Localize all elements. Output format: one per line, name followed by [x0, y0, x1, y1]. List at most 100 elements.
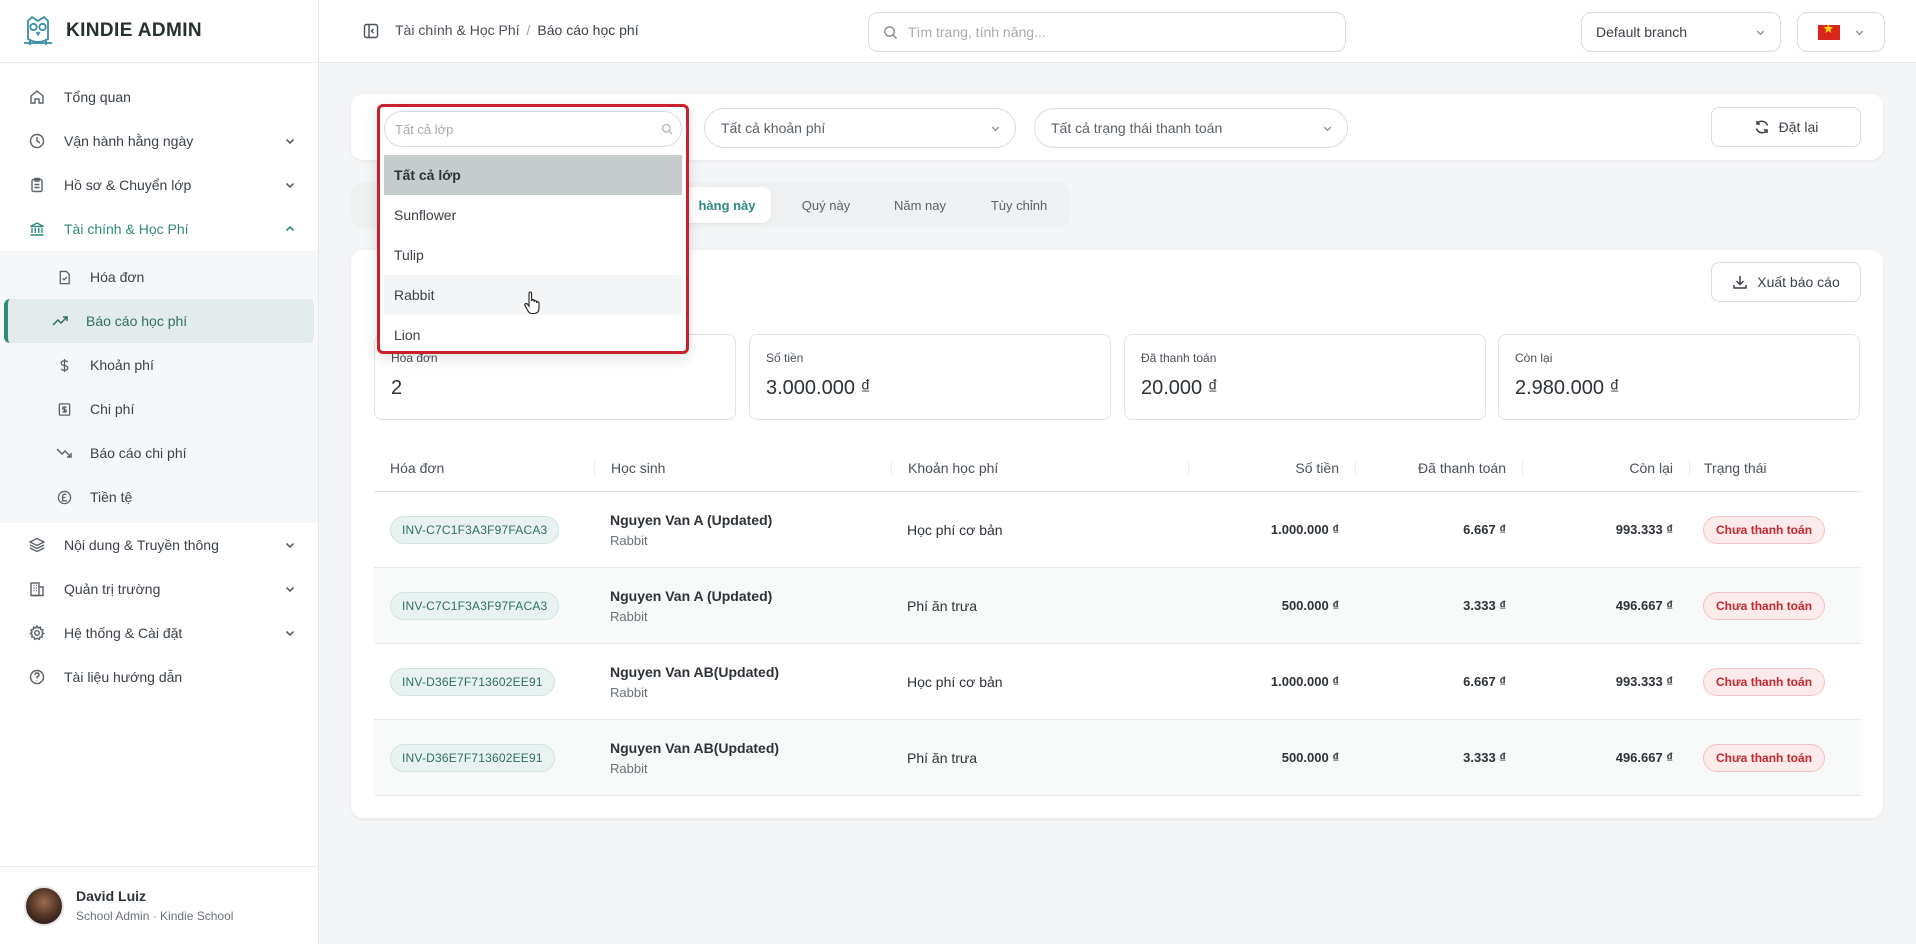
sidebar-item-finance[interactable]: Tài chính & Học Phí [0, 207, 318, 251]
status-badge: Chưa thanh toán [1703, 667, 1826, 696]
sidebar-item-overview[interactable]: Tổng quan [0, 75, 318, 119]
fee-filter-value: Tất cả khoản phí [721, 120, 826, 136]
owl-logo-icon [24, 15, 52, 45]
dollar-icon [56, 357, 72, 373]
sidebar-item-expenses[interactable]: Chi phí [4, 387, 314, 431]
invoice-code-link[interactable]: INV-D36E7F713602EE91 [390, 743, 555, 772]
table-row: INV-D36E7F713602EE91 Nguyen Van AB(Updat… [374, 720, 1861, 796]
class-filter-dropdown: Tất cả lớp Tất cả lớp Sunflower Tulip Ra… [377, 104, 689, 354]
sidebar-item-fees[interactable]: Khoản phí [4, 343, 314, 387]
hand-cursor-icon [524, 291, 540, 315]
fee-filter-select[interactable]: Tất cả khoản phí [704, 108, 1016, 148]
amount: 500.000 ₫ [1281, 750, 1339, 765]
home-icon [28, 88, 46, 106]
help-icon [28, 668, 46, 686]
status-badge: Chưa thanh toán [1703, 591, 1826, 620]
clipboard-icon [28, 176, 46, 194]
topbar: Tài chính & Học Phí / Báo cáo học phí Defa… [319, 0, 1916, 63]
sidebar-item-label: Vận hành hằng ngày [64, 133, 194, 149]
class-option-lion[interactable]: Lion [384, 315, 682, 355]
fee-name: Phí ăn trưa [907, 597, 978, 614]
invoice-code-link[interactable]: INV-C7C1F3A3F97FACA3 [390, 515, 560, 544]
breadcrumb-separator: / [526, 22, 531, 38]
brand[interactable]: KINDIE ADMIN [0, 0, 318, 63]
sidebar-item-expense-report[interactable]: Báo cáo chi phí [4, 431, 314, 475]
user-role: School Admin · Kindie School [76, 909, 234, 923]
receipt-icon [56, 401, 72, 417]
sidebar-item-school-admin[interactable]: Quản trị trường [0, 567, 318, 611]
sidebar-item-label: Hệ thống & Cài đặt [64, 625, 183, 641]
sidebar-toggle-icon[interactable] [363, 23, 379, 39]
class-filter-input[interactable]: Tất cả lớp [384, 111, 682, 147]
building-icon [28, 580, 46, 598]
tab-this-month[interactable]: hàng này [683, 187, 771, 223]
tab-this-quarter[interactable]: Quý này [785, 187, 867, 223]
chevron-down-icon [1323, 126, 1332, 131]
reset-button[interactable]: Đặt lại [1711, 107, 1861, 147]
sidebar-item-label: Khoản phí [90, 357, 154, 373]
paid-amount: 6.667 ₫ [1463, 674, 1506, 689]
chevron-down-icon [1756, 30, 1765, 35]
fee-report-table: Hóa đơn Học sinh Khoản học phí Số tiền Đ… [374, 444, 1861, 796]
sidebar-item-daily-operations[interactable]: Vận hành hằng ngày [0, 119, 318, 163]
stat-value: 2 [391, 377, 403, 399]
branch-select[interactable]: Default branch [1581, 12, 1781, 52]
sidebar-item-settings[interactable]: Hệ thống & Cài đặt [0, 611, 318, 655]
amount: 1.000.000 ₫ [1270, 674, 1339, 689]
layers-icon [28, 536, 46, 554]
user-profile[interactable]: David Luiz School Admin · Kindie School [0, 866, 319, 944]
sidebar-item-content[interactable]: Nội dung & Truyền thông [0, 523, 318, 567]
user-name: David Luiz [76, 888, 147, 904]
vietnam-flag-icon [1817, 22, 1840, 40]
sidebar-item-label: Báo cáo học phí [86, 313, 188, 329]
remaining-amount: 993.333 ₫ [1615, 674, 1673, 689]
column-header: Khoản học phí [891, 459, 1188, 476]
sidebar-item-docs[interactable]: Tài liệu hướng dẫn [0, 655, 318, 699]
student-class: Rabbit [610, 760, 648, 776]
paid-amount: 3.333 ₫ [1463, 750, 1506, 765]
branch-select-value: Default branch [1596, 24, 1688, 40]
fee-name: Học phí cơ bản [907, 521, 1003, 538]
sidebar-item-currency[interactable]: Tiền tệ [4, 475, 314, 519]
stat-card-paid: Đã thanh toán 20.000 ₫ [1124, 334, 1486, 420]
sidebar-item-label: Chi phí [90, 401, 135, 417]
sidebar-item-label: Nội dung & Truyền thông [64, 537, 219, 553]
payment-status-filter-select[interactable]: Tất cả trạng thái thanh toán [1034, 108, 1348, 148]
breadcrumb-item-finance[interactable]: Tài chính & Học Phí [395, 22, 520, 38]
class-option-sunflower[interactable]: Sunflower [384, 195, 682, 235]
student-name: Nguyen Van A (Updated) [610, 511, 773, 528]
remaining-amount: 993.333 ₫ [1615, 522, 1673, 537]
sidebar-item-invoices[interactable]: Hóa đơn [4, 255, 314, 299]
table-row: INV-C7C1F3A3F97FACA3 Nguyen Van A (Updat… [374, 492, 1861, 568]
search-box[interactable] [868, 12, 1346, 52]
tab-custom[interactable]: Tùy chỉnh [975, 187, 1063, 223]
chevron-down-icon [285, 182, 295, 189]
stat-value: 20.000 ₫ [1141, 377, 1218, 399]
breadcrumb: Tài chính & Học Phí / Báo cáo học phí [395, 22, 639, 38]
paid-amount: 6.667 ₫ [1463, 522, 1506, 537]
invoice-code-link[interactable]: INV-C7C1F3A3F97FACA3 [390, 591, 560, 620]
amount: 1.000.000 ₫ [1270, 522, 1339, 537]
invoice-code-link[interactable]: INV-D36E7F713602EE91 [390, 667, 555, 696]
student-class: Rabbit [610, 532, 648, 548]
language-select[interactable] [1797, 12, 1885, 52]
stat-label: Đã thanh toán [1141, 351, 1217, 365]
sidebar-item-label: Hóa đơn [90, 269, 145, 285]
student-class: Rabbit [610, 608, 648, 624]
column-header: Hóa đơn [390, 459, 445, 476]
remaining-amount: 496.667 ₫ [1615, 750, 1673, 765]
export-report-button[interactable]: Xuất báo cáo [1711, 262, 1861, 302]
sidebar-item-fee-report[interactable]: Báo cáo học phí [4, 299, 314, 343]
search-input[interactable] [908, 24, 1328, 40]
class-filter-placeholder: Tất cả lớp [395, 121, 454, 137]
chevron-down-icon [1855, 30, 1863, 35]
sidebar-item-records[interactable]: Hồ sơ & Chuyển lớp [0, 163, 318, 207]
class-option-all[interactable]: Tất cả lớp [384, 155, 682, 195]
class-option-tulip[interactable]: Tulip [384, 235, 682, 275]
reset-button-label: Đặt lại [1778, 119, 1819, 135]
stat-card-amount: Số tiền 3.000.000 ₫ [749, 334, 1111, 420]
sidebar-item-label: Tài liệu hướng dẫn [64, 669, 183, 685]
column-header: Đã thanh toán [1355, 459, 1522, 476]
tab-this-year[interactable]: Năm nay [879, 187, 961, 223]
search-icon [661, 123, 673, 135]
